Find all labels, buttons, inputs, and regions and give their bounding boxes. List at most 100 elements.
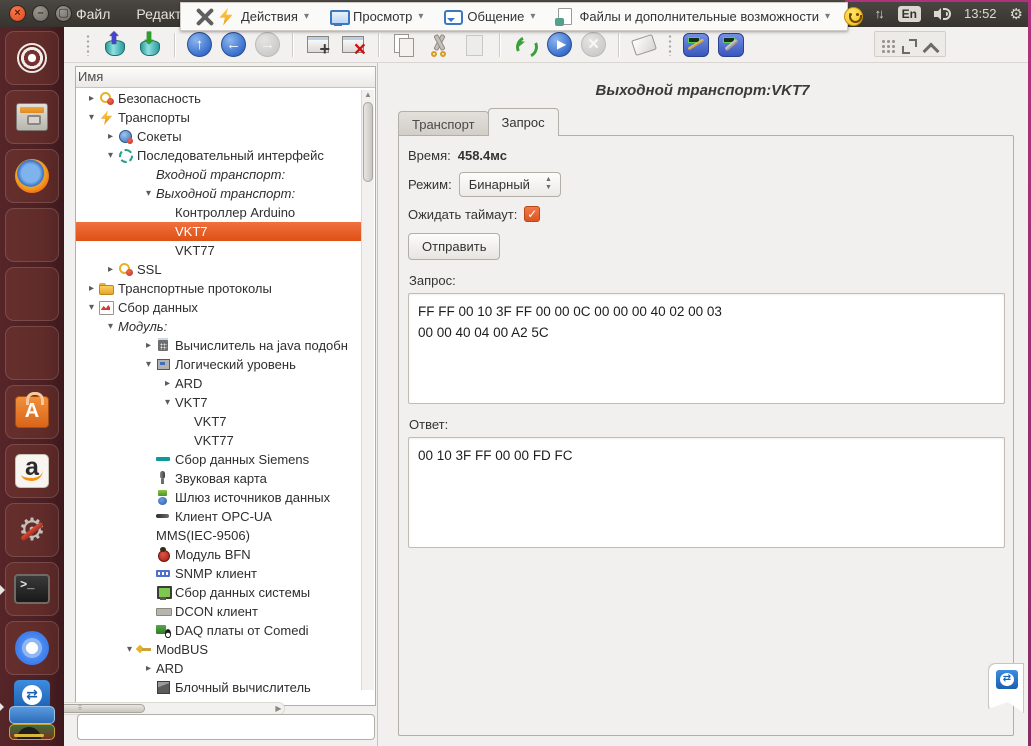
grid-view-icon[interactable] — [881, 39, 896, 54]
spinner-arrows-icon[interactable]: ▲▼ — [545, 176, 552, 192]
launcher-item-firefox[interactable] — [5, 149, 59, 203]
launcher-item-chromium[interactable] — [5, 621, 59, 675]
db-import-icon[interactable] — [136, 32, 162, 58]
expander-icon[interactable]: ▸ — [141, 340, 156, 351]
send-button[interactable]: Отправить — [408, 233, 500, 260]
tree-item[interactable]: VKT7 — [76, 222, 361, 241]
tree-item[interactable]: DCON клиент — [76, 602, 361, 621]
smiley-icon[interactable] — [844, 7, 863, 26]
request-textarea[interactable]: FF FF 00 10 3F FF 00 00 0C 00 00 00 40 0… — [408, 293, 1005, 404]
launcher-item-file-manager[interactable] — [5, 90, 59, 144]
tree-item[interactable]: VKT77 — [76, 241, 361, 260]
actionbar-menu-files-extras[interactable]: Файлы и дополнительные возможности▾ — [549, 5, 836, 29]
launcher-item-software-center[interactable] — [5, 385, 59, 439]
run-icon[interactable] — [547, 32, 572, 57]
vscroll-thumb[interactable] — [363, 102, 373, 182]
tree-item[interactable]: Модуль BFN — [76, 545, 361, 564]
scroll-up-icon[interactable]: ▲ — [362, 90, 374, 102]
tab-request[interactable]: Запрос — [488, 108, 559, 136]
launcher-item-teamviewer-stack[interactable] — [5, 680, 59, 740]
eraser-icon[interactable] — [631, 32, 657, 58]
scroll-right-icon[interactable]: ▶ — [273, 704, 284, 713]
tree-item[interactable]: ▾ModBUS — [76, 640, 361, 659]
refresh-icon[interactable] — [512, 32, 538, 58]
tree-item[interactable]: ▾Сбор данных — [76, 298, 361, 317]
tree-item[interactable]: ▸Безопасность — [76, 89, 361, 108]
toolbar-grip-handle[interactable] — [668, 34, 672, 56]
expand-icon[interactable] — [902, 39, 917, 54]
tree-search-input[interactable] — [77, 714, 375, 740]
expander-icon[interactable]: ▾ — [103, 321, 118, 332]
tree-item[interactable]: ▾Логический уровень — [76, 355, 361, 374]
tree-item[interactable]: Контроллер Arduino — [76, 203, 361, 222]
actionbar-menu-communication[interactable]: Общение▾ — [437, 5, 541, 29]
tree-item[interactable]: Сбор данных Siemens — [76, 450, 361, 469]
launcher-item-terminal[interactable]: >_ — [5, 562, 59, 616]
expander-icon[interactable]: ▸ — [103, 131, 118, 142]
tree-item[interactable]: ▸Вычислитель на java подобн — [76, 336, 361, 355]
keyboard-layout-indicator[interactable]: En — [898, 6, 921, 22]
tree-item[interactable]: ▾Транспорты — [76, 108, 361, 127]
launcher-item-libreoffice-writer[interactable] — [5, 208, 59, 262]
expander-icon[interactable]: ▾ — [103, 150, 118, 161]
launcher-item-amazon[interactable] — [5, 444, 59, 498]
actionbar-menu-actions[interactable]: Действия▾ — [211, 5, 315, 29]
tree-item[interactable]: ▾Выходной транспорт: — [76, 184, 361, 203]
clock[interactable]: 13:52 — [964, 6, 997, 21]
db-export-icon[interactable] — [101, 32, 127, 58]
actionbar-menu-view[interactable]: Просмотр▾ — [323, 5, 429, 29]
window-minimize-button[interactable]: – — [32, 5, 49, 22]
instrument-tools-icon[interactable] — [718, 33, 744, 57]
tree-item[interactable]: Клиент OPC-UA — [76, 507, 361, 526]
launcher-item-libreoffice-impress[interactable] — [5, 326, 59, 380]
expander-icon[interactable]: ▾ — [122, 644, 137, 655]
copy-icon[interactable] — [391, 32, 417, 58]
tree-item[interactable]: Блочный вычислитель — [76, 678, 361, 697]
timeout-checkbox[interactable]: ✓ — [524, 206, 540, 222]
tree-item[interactable]: SNMP клиент — [76, 564, 361, 583]
tree-item[interactable]: Шлюз источников данных — [76, 488, 361, 507]
delete-item-icon[interactable] — [340, 32, 366, 58]
window-maximize-button[interactable]: ▢ — [55, 5, 72, 22]
tree-column-header[interactable]: Имя — [76, 67, 375, 88]
expander-icon[interactable]: ▸ — [84, 283, 99, 294]
window-close-button[interactable]: × — [9, 5, 26, 22]
expander-icon[interactable]: ▾ — [84, 112, 99, 123]
session-gear-icon[interactable]: ⚙ — [1010, 5, 1023, 23]
tree-item[interactable]: VKT77 — [76, 431, 361, 450]
tree-item[interactable]: ▸SSL — [76, 260, 361, 279]
tree-vertical-scrollbar[interactable]: ▲ — [361, 90, 374, 690]
mode-select[interactable]: Бинарный ▲▼ — [459, 172, 561, 197]
toolbar-grip-handle[interactable] — [86, 34, 90, 56]
tab-transport[interactable]: Транспорт — [398, 111, 489, 136]
tree-item[interactable]: ▸Сокеты — [76, 127, 361, 146]
expander-icon[interactable]: ▸ — [103, 264, 118, 275]
collapse-up-icon[interactable] — [923, 42, 939, 54]
expander-icon[interactable]: ▾ — [141, 359, 156, 370]
tree-item[interactable]: ▾Последовательный интерфейс — [76, 146, 361, 165]
instrument-edit-icon[interactable] — [683, 33, 709, 57]
tree-item[interactable]: Звуковая карта — [76, 469, 361, 488]
add-item-icon[interactable] — [305, 32, 331, 58]
launcher-item-system-settings[interactable]: ⚙ — [5, 503, 59, 557]
tree-item[interactable]: ▸Транспортные протоколы — [76, 279, 361, 298]
cut-icon[interactable] — [426, 32, 452, 58]
tree-item[interactable]: MMS(IEC-9506) — [76, 526, 361, 545]
expander-icon[interactable]: ▸ — [141, 663, 156, 674]
volume-icon[interactable] — [934, 7, 951, 21]
nav-up-icon[interactable]: ↑ — [187, 32, 212, 57]
response-textarea[interactable]: 00 10 3F FF 00 00 FD FC — [408, 437, 1005, 548]
expander-icon[interactable]: ▸ — [160, 378, 175, 389]
menubar-item[interactable]: Файл — [76, 6, 110, 22]
tree-item[interactable]: VKT7 — [76, 412, 361, 431]
expander-icon[interactable]: ▾ — [160, 397, 175, 408]
nav-back-icon[interactable]: ← — [221, 32, 246, 57]
tree-item[interactable]: ▸ARD — [76, 659, 361, 678]
tree-item[interactable]: Входной транспорт: — [76, 165, 361, 184]
tree-item[interactable]: ▾VKT7 — [76, 393, 361, 412]
launcher-item-libreoffice-calc[interactable] — [5, 267, 59, 321]
tree-item[interactable]: DAQ платы от Comedi — [76, 621, 361, 640]
expander-icon[interactable]: ▸ — [84, 93, 99, 104]
updown-indicator-icon[interactable]: ↑↓ — [875, 6, 885, 21]
tree-item[interactable]: ▸ARD — [76, 374, 361, 393]
